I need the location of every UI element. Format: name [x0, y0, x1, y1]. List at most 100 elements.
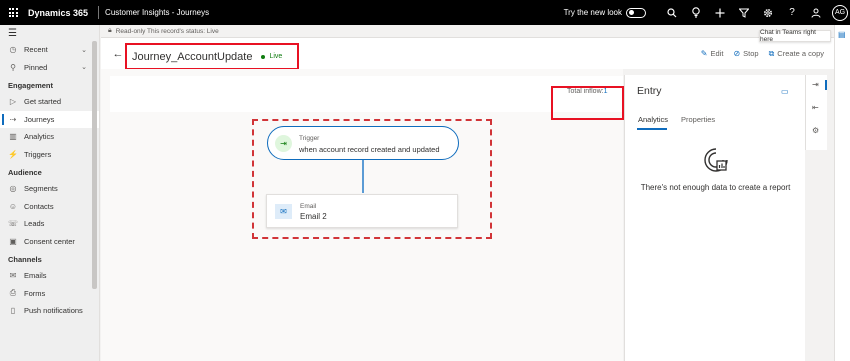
sidebar-item-label: Pinned [24, 62, 48, 72]
hamburger-menu-icon[interactable]: ☰ [0, 25, 99, 41]
sidebar-item-push-notifications[interactable]: ▯ Push notifications [0, 302, 99, 320]
settings-icon[interactable] [756, 0, 780, 25]
email-text: Email 2 [300, 212, 327, 221]
mail-icon: ✉ [9, 271, 17, 281]
forms-icon: ⎙ [9, 288, 17, 298]
total-inflow: Total inflow:1 [567, 88, 607, 95]
sidebar-item-recent[interactable]: ◷ Recent ⌄ [0, 41, 99, 59]
status-text: Live [269, 53, 283, 60]
top-bar: Dynamics 365 Customer Insights - Journey… [0, 0, 850, 25]
settings-icon[interactable]: ⚙ [812, 126, 819, 135]
sidebar-item-label: Emails [24, 271, 47, 281]
lightbulb-icon[interactable] [684, 0, 708, 25]
create-copy-button[interactable]: ⧉ Create a copy [769, 49, 824, 59]
trigger-tile[interactable]: ⇥ Trigger when account record created an… [267, 126, 459, 160]
sidebar-item-consent-center[interactable]: ▣ Consent center [0, 233, 99, 251]
journey-canvas[interactable]: Total inflow:1 ⇥ Trigger when account re… [101, 69, 624, 361]
copy-icon: ⧉ [768, 48, 775, 58]
sidebar-item-label: Analytics [24, 132, 55, 142]
total-inflow-value: 1 [603, 88, 608, 95]
total-inflow-label: Total inflow: [567, 88, 604, 95]
sidebar-item-label: Leads [24, 219, 45, 229]
chart-icon: ▥ [9, 132, 17, 142]
edit-button[interactable]: ✎ Edit [701, 49, 724, 58]
entry-panel: Entry ▭ Analytics Properties There's not… [624, 75, 805, 361]
mail-icon: ✉ [275, 204, 292, 219]
empty-report-message: There's not enough data to create a repo… [640, 183, 791, 192]
sidebar-item-leads[interactable]: ☏ Leads [0, 215, 99, 233]
far-right-rail: ▤ [834, 25, 850, 361]
sidebar-item-segments[interactable]: ◎ Segments [0, 180, 99, 198]
sidebar-item-triggers[interactable]: ⚡ Triggers [0, 146, 99, 164]
chat-tooltip: Chat in Teams right here [759, 29, 831, 43]
pencil-icon: ✎ [700, 49, 708, 58]
sidebar-item-pinned[interactable]: ⚲ Pinned ⌄ [0, 59, 99, 77]
title-highlight-box: Journey_AccountUpdate Live [125, 43, 299, 70]
lock-icon: 🔒︎ [108, 27, 112, 34]
app-launcher-icon[interactable] [0, 0, 26, 25]
sidebar-item-label: Triggers [24, 149, 52, 159]
panel-rail: ⇥ ⇤ ⚙ [805, 75, 827, 150]
trigger-text: when account record created and updated [299, 145, 440, 154]
people-icon[interactable] [804, 0, 828, 25]
sidebar-item-label: Recent [24, 45, 48, 55]
stop-label: Stop [743, 49, 759, 58]
stop-icon: ⊘ [733, 49, 741, 58]
search-icon[interactable] [660, 0, 684, 25]
chat-icon[interactable]: ▤ [838, 30, 846, 39]
email-tile[interactable]: ✉ Email Email 2 [266, 194, 458, 228]
entry-icon[interactable]: ⇥ [812, 80, 819, 89]
contacts-icon: ☺ [8, 201, 18, 211]
app-name[interactable]: Customer Insights - Journeys [105, 8, 209, 17]
canvas-top-band [110, 76, 623, 112]
filter-icon[interactable] [732, 0, 756, 25]
divider [98, 6, 100, 19]
segments-icon: ◎ [9, 184, 17, 194]
sidebar-item-label: Contacts [24, 201, 54, 211]
sidebar-item-journeys[interactable]: ⇢ Journeys [0, 110, 99, 128]
active-tab-indicator [637, 128, 667, 130]
expand-panel-icon[interactable]: ▭ [781, 87, 789, 96]
sidebar-item-forms[interactable]: ⎙ Forms [0, 285, 99, 303]
trigger-label: Trigger [299, 135, 320, 142]
create-copy-label: Create a copy [777, 49, 824, 58]
brand-name[interactable]: Dynamics 365 [26, 8, 98, 18]
sidebar-scrollbar[interactable] [92, 41, 97, 289]
plus-icon[interactable] [708, 0, 732, 25]
sidebar: ☰ ◷ Recent ⌄ ⚲ Pinned ⌄ Engagement ▷ Get… [0, 25, 100, 361]
sidebar-item-emails[interactable]: ✉ Emails [0, 267, 99, 285]
sidebar-section-engagement: Engagement [8, 81, 54, 90]
sidebar-section-audience: Audience [8, 168, 42, 177]
chevron-down-icon: ⌄ [81, 64, 87, 72]
leads-icon: ☏ [8, 219, 19, 229]
sidebar-section-channels: Channels [8, 255, 42, 264]
consent-icon: ▣ [9, 236, 17, 246]
report-icon [704, 148, 728, 172]
edit-label: Edit [710, 49, 724, 58]
status-badge: Live [261, 53, 282, 60]
trigger-icon: ⚡ [8, 149, 18, 159]
exit-icon[interactable]: ⇤ [812, 103, 819, 112]
help-icon[interactable]: ? [780, 0, 804, 25]
tab-properties[interactable]: Properties [681, 115, 715, 124]
try-new-look-label: Try the new look [563, 8, 622, 17]
notification-text: Read-only This record's status: Live [115, 27, 219, 35]
tab-analytics[interactable]: Analytics [638, 115, 668, 124]
sidebar-item-analytics[interactable]: ▥ Analytics [0, 128, 99, 146]
push-icon: ▯ [10, 306, 16, 316]
sidebar-item-label: Push notifications [24, 306, 83, 316]
new-look-toggle[interactable] [626, 7, 646, 18]
status-dot-icon [261, 54, 266, 59]
sidebar-item-contacts[interactable]: ☺ Contacts [0, 198, 99, 216]
read-only-notification: 🔒︎ Read-only This record's status: Live [101, 25, 834, 38]
user-avatar[interactable]: AG [832, 4, 848, 21]
stop-button[interactable]: ⊘ Stop [733, 49, 758, 58]
sidebar-item-label: Segments [24, 184, 58, 194]
pin-icon: ⚲ [10, 62, 16, 72]
sidebar-item-label: Journeys [24, 114, 55, 124]
sidebar-item-get-started[interactable]: ▷ Get started [0, 93, 99, 111]
trigger-entry-icon: ⇥ [275, 135, 292, 152]
sidebar-item-label: Consent center [24, 236, 75, 246]
clock-icon: ◷ [9, 45, 17, 55]
email-label: Email [300, 203, 317, 210]
